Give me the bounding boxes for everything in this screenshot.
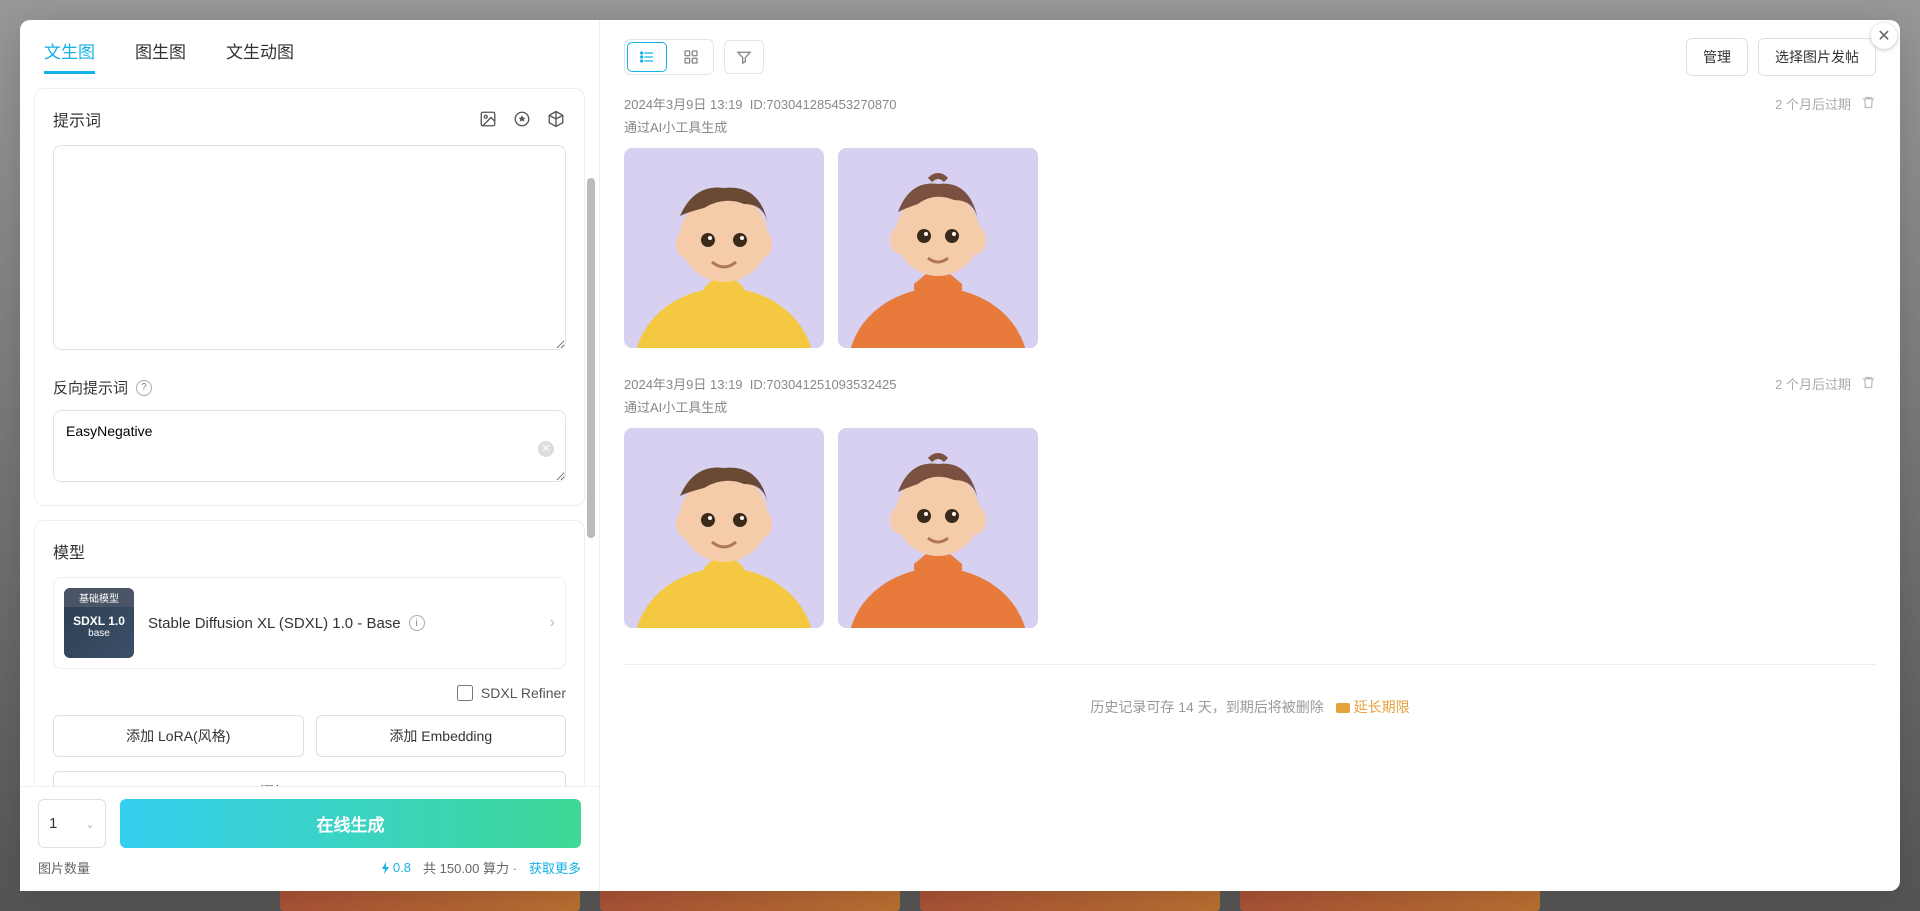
- model-card: 模型 基础模型 SDXL 1.0 base Stable Diffusion X…: [34, 520, 585, 786]
- prompt-textarea[interactable]: [53, 145, 566, 350]
- result-thumbnail[interactable]: [838, 148, 1038, 348]
- tab-image-to-image[interactable]: 图生图: [135, 38, 186, 74]
- list-view-button[interactable]: [627, 42, 667, 72]
- model-section-label: 模型: [53, 539, 566, 563]
- negative-prompt-label: 反向提示词: [53, 377, 128, 398]
- generation-source: 通过AI小工具生成: [624, 397, 1876, 416]
- model-thumbnail: 基础模型 SDXL 1.0 base: [64, 588, 134, 658]
- chevron-right-icon: ›: [550, 614, 555, 632]
- prompt-card: 提示词 反向提示词: [34, 88, 585, 506]
- model-selector[interactable]: 基础模型 SDXL 1.0 base Stable Diffusion XL (…: [53, 577, 566, 669]
- expire-text: 2 个月后过期: [1775, 94, 1851, 113]
- image-count-label: 图片数量: [38, 858, 90, 877]
- help-icon[interactable]: ?: [136, 380, 152, 396]
- view-mode-segment: [624, 39, 714, 75]
- image-count-select[interactable]: 1 ⌄: [38, 799, 106, 848]
- scrollbar[interactable]: [587, 178, 595, 538]
- negative-prompt-textarea[interactable]: [53, 410, 566, 482]
- divider: [624, 664, 1876, 665]
- generate-button[interactable]: 在线生成: [120, 799, 581, 848]
- tab-text-to-image[interactable]: 文生图: [44, 38, 95, 74]
- add-controlnet-button[interactable]: 添加 ControlNet: [53, 771, 566, 786]
- result-thumbnail[interactable]: [624, 148, 824, 348]
- ticket-icon: [1336, 703, 1350, 713]
- info-icon[interactable]: i: [409, 615, 425, 631]
- generation-modal: ✕ 文生图 图生图 文生动图 提示词: [20, 20, 1900, 891]
- result-thumbnail[interactable]: [838, 428, 1038, 628]
- generation-source: 通过AI小工具生成: [624, 117, 1876, 136]
- generation-group: 2024年3月9日 13:19 ID:703041251093532425 2 …: [624, 374, 1876, 628]
- get-more-link[interactable]: 获取更多: [529, 858, 581, 877]
- right-panel: 管理 选择图片发帖 2024年3月9日 13:19 ID:70304128545…: [600, 20, 1900, 891]
- close-button[interactable]: ✕: [1871, 23, 1897, 49]
- history-note: 历史记录可存 14 天，到期后将被删除 延长期限: [624, 697, 1876, 717]
- generation-group: 2024年3月9日 13:19 ID:703041285453270870 2 …: [624, 94, 1876, 348]
- extend-period-link[interactable]: 延长期限: [1336, 699, 1410, 715]
- delete-icon[interactable]: [1861, 375, 1876, 393]
- generation-date: 2024年3月9日 13:19: [624, 97, 743, 112]
- left-panel: 文生图 图生图 文生动图 提示词: [20, 20, 600, 891]
- filter-button[interactable]: [724, 40, 764, 74]
- generation-id: ID:703041251093532425: [750, 377, 897, 392]
- sdxl-refiner-label: SDXL Refiner: [481, 685, 566, 701]
- delete-icon[interactable]: [1861, 95, 1876, 113]
- magic-prompt-icon[interactable]: [512, 109, 532, 129]
- footer: 1 ⌄ 在线生成 图片数量 0.8 共 150.00 算力 · 获取更多: [20, 786, 599, 891]
- prompt-label: 提示词: [53, 107, 101, 131]
- manage-button[interactable]: 管理: [1686, 38, 1748, 76]
- tab-text-to-video[interactable]: 文生动图: [226, 38, 294, 74]
- chevron-down-icon: ⌄: [85, 817, 95, 831]
- expire-text: 2 个月后过期: [1775, 374, 1851, 393]
- add-embedding-button[interactable]: 添加 Embedding: [316, 715, 567, 757]
- grid-view-button[interactable]: [669, 40, 713, 74]
- result-thumbnail[interactable]: [624, 428, 824, 628]
- sdxl-refiner-checkbox[interactable]: [457, 685, 473, 701]
- model-name-text: Stable Diffusion XL (SDXL) 1.0 - Base: [148, 615, 401, 632]
- mode-tabs: 文生图 图生图 文生动图: [20, 20, 599, 88]
- cost-indicator: 0.8: [381, 860, 411, 875]
- clear-negative-icon[interactable]: ✕: [538, 441, 554, 457]
- dice-icon[interactable]: [546, 109, 566, 129]
- select-publish-button[interactable]: 选择图片发帖: [1758, 38, 1876, 76]
- add-lora-button[interactable]: 添加 LoRA(风格): [53, 715, 304, 757]
- generation-date: 2024年3月9日 13:19: [624, 377, 743, 392]
- import-image-icon[interactable]: [478, 109, 498, 129]
- generation-id: ID:703041285453270870: [750, 97, 897, 112]
